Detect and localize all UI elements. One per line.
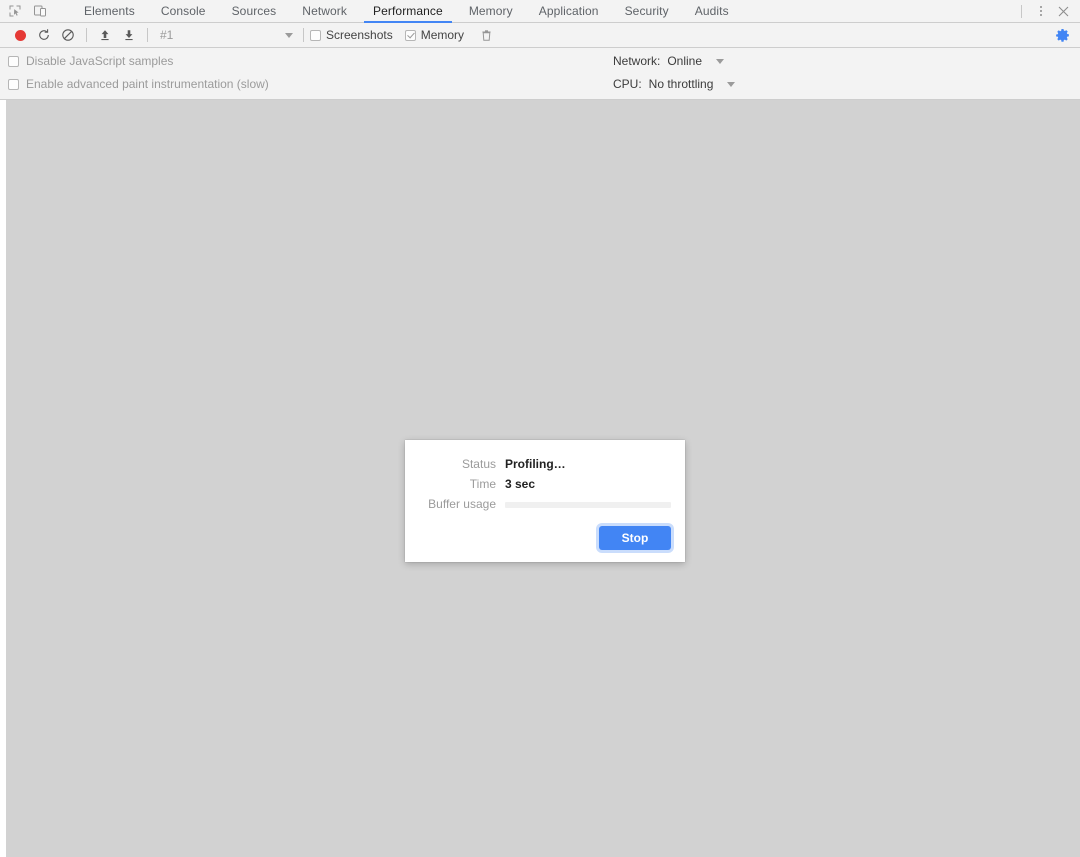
tab-label: Sources	[232, 4, 277, 18]
disable-js-samples-checkbox[interactable]: Disable JavaScript samples	[8, 53, 608, 69]
tabbar-left-icons	[0, 0, 71, 22]
tabbar-right-controls	[1019, 0, 1080, 22]
cpu-select[interactable]: No throttling	[649, 77, 736, 91]
tab-label: Application	[539, 4, 599, 18]
screenshots-label: Screenshots	[326, 28, 393, 42]
tab-application[interactable]: Application	[526, 0, 612, 22]
toolbar-right-controls	[1051, 24, 1080, 46]
checkbox-box	[405, 30, 416, 41]
reload-record-icon[interactable]	[32, 24, 56, 46]
performance-toolbar: #1 Screenshots Memory	[0, 23, 1080, 48]
throttling-settings: Network: Online CPU: No throttling	[608, 53, 735, 93]
screenshots-checkbox[interactable]: Screenshots	[310, 28, 393, 42]
buffer-usage-label: Buffer usage	[419, 497, 505, 511]
dialog-actions: Stop	[419, 526, 671, 550]
toolbar-divider-2	[147, 28, 148, 42]
disable-js-samples-label: Disable JavaScript samples	[26, 54, 173, 68]
devtools-window: Elements Console Sources Network Perform…	[0, 0, 1080, 857]
status-value: Profiling…	[505, 457, 566, 471]
cpu-throttling-row: CPU: No throttling	[613, 76, 735, 92]
tab-sources[interactable]: Sources	[219, 0, 290, 22]
tab-network[interactable]: Network	[289, 0, 360, 22]
save-profile-icon[interactable]	[117, 24, 141, 46]
time-label: Time	[419, 477, 505, 491]
tab-console[interactable]: Console	[148, 0, 219, 22]
stop-button[interactable]: Stop	[599, 526, 671, 550]
tab-audits[interactable]: Audits	[682, 0, 742, 22]
checkbox-box	[8, 56, 19, 67]
tab-label: Console	[161, 4, 206, 18]
time-value: 3 sec	[505, 477, 535, 491]
tab-performance[interactable]: Performance	[360, 0, 456, 22]
status-row: Status Profiling…	[419, 456, 671, 472]
tab-label: Performance	[373, 4, 443, 18]
recording-status-dialog: Status Profiling… Time 3 sec Buffer usag…	[405, 440, 685, 562]
tabbar-right-divider	[1021, 5, 1022, 18]
buffer-usage-progressbar	[505, 502, 671, 508]
tab-label: Network	[302, 4, 347, 18]
tab-security[interactable]: Security	[612, 0, 682, 22]
advanced-paint-instrumentation-checkbox[interactable]: Enable advanced paint instrumentation (s…	[8, 76, 608, 92]
device-toolbar-icon[interactable]	[31, 3, 48, 19]
more-vertical-icon[interactable]	[1031, 2, 1051, 20]
profile-select[interactable]: #1	[154, 26, 297, 44]
checkbox-box	[310, 30, 321, 41]
network-select-value: Online	[667, 54, 702, 68]
load-profile-icon[interactable]	[93, 24, 117, 46]
memory-label: Memory	[421, 28, 464, 42]
gear-icon[interactable]	[1051, 24, 1073, 46]
network-select[interactable]: Online	[667, 54, 724, 68]
memory-checkbox[interactable]: Memory	[405, 28, 464, 42]
tab-label: Elements	[84, 4, 135, 18]
buffer-usage-row: Buffer usage	[419, 496, 671, 512]
tab-label: Memory	[469, 4, 513, 18]
chevron-down-icon	[716, 59, 724, 64]
checkbox-box	[8, 79, 19, 90]
cpu-select-value: No throttling	[649, 77, 714, 91]
inspect-element-icon[interactable]	[6, 3, 23, 19]
record-circle-icon[interactable]	[8, 24, 32, 46]
capture-settings-checkboxes: Disable JavaScript samples Enable advanc…	[0, 53, 608, 93]
tab-elements[interactable]: Elements	[71, 0, 148, 22]
time-row: Time 3 sec	[419, 476, 671, 492]
tab-label: Security	[625, 4, 669, 18]
profile-select-value: #1	[160, 28, 279, 42]
toolbar-divider-3	[303, 28, 304, 42]
tab-label: Audits	[695, 4, 729, 18]
close-icon[interactable]	[1053, 2, 1073, 20]
toolbar-divider-1	[86, 28, 87, 42]
capture-settings-pane: Disable JavaScript samples Enable advanc…	[0, 48, 1080, 100]
timeline-main-area: Status Profiling… Time 3 sec Buffer usag…	[0, 100, 1080, 857]
clear-icon[interactable]	[56, 24, 80, 46]
tab-memory[interactable]: Memory	[456, 0, 526, 22]
network-label: Network:	[613, 54, 660, 68]
chevron-down-icon	[285, 33, 293, 38]
advanced-paint-instrumentation-label: Enable advanced paint instrumentation (s…	[26, 77, 269, 91]
panel-tabs: Elements Console Sources Network Perform…	[71, 0, 742, 22]
trash-icon[interactable]	[476, 25, 496, 45]
chevron-down-icon	[727, 82, 735, 87]
network-throttling-row: Network: Online	[613, 53, 735, 69]
devtools-tabbar: Elements Console Sources Network Perform…	[0, 0, 1080, 23]
cpu-label: CPU:	[613, 77, 642, 91]
status-label: Status	[419, 457, 505, 471]
